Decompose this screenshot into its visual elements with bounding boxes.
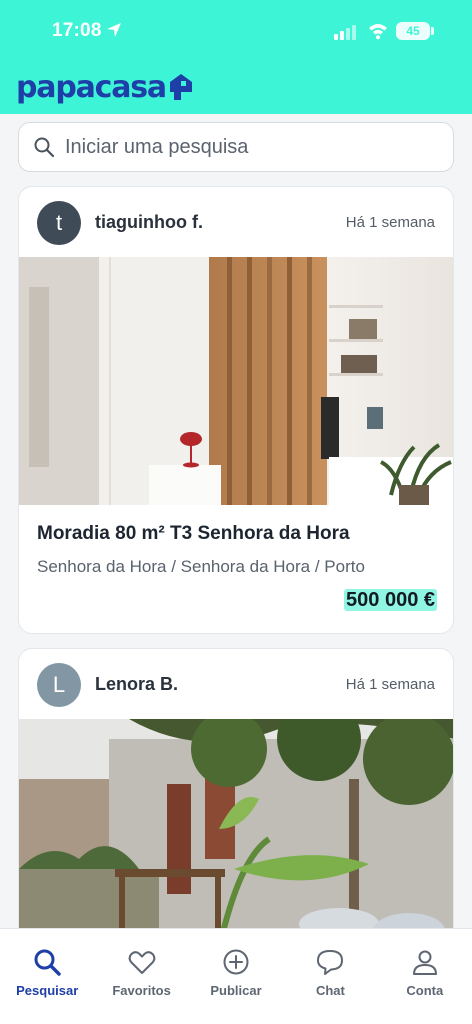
status-bar: 17:08 45 — [0, 0, 472, 62]
nav-label: Favoritos — [112, 983, 171, 998]
nav-label: Publicar — [210, 983, 262, 998]
avatar-initial: t — [55, 210, 63, 235]
nav-label: Chat — [315, 983, 345, 998]
nav-chat[interactable]: Chat — [283, 929, 377, 1024]
listing-location: Senhora da Hora / Senhora da Hora / Port… — [37, 557, 365, 576]
posted-time: Há 1 semana — [345, 676, 435, 693]
wifi-icon — [369, 24, 387, 40]
avatar[interactable]: L — [37, 663, 81, 707]
listing-card-header: L Lenora B. Há 1 semana — [19, 649, 453, 719]
cellular-signal-icon — [334, 25, 356, 40]
search-bar[interactable] — [18, 122, 454, 172]
nav-account[interactable]: Conta — [378, 929, 472, 1024]
nav-search[interactable]: Pesquisar — [0, 929, 94, 1024]
listing-card[interactable]: t tiaguinhoo f. Há 1 semana Moradia 80 m… — [18, 186, 454, 634]
listing-price: 500 000 € — [344, 589, 437, 612]
status-time: 17:08 — [52, 20, 102, 41]
nav-publish[interactable]: Publicar — [189, 929, 283, 1024]
nav-label: Pesquisar — [16, 983, 79, 998]
seller-name[interactable]: tiaguinhoo f. — [95, 212, 203, 233]
listing-card-header: t tiaguinhoo f. Há 1 semana — [19, 187, 453, 257]
listing-title[interactable]: Moradia 80 m² T3 Senhora da Hora — [37, 523, 350, 545]
seller-name[interactable]: Lenora B. — [95, 674, 178, 695]
nav-label: Conta — [406, 983, 444, 998]
search-icon — [34, 137, 55, 158]
battery-level: 45 — [406, 24, 420, 38]
listing-price-value: 500 000 € — [344, 589, 437, 611]
nav-favorites[interactable]: Favoritos — [94, 929, 188, 1024]
listing-photo[interactable] — [19, 719, 454, 928]
plus-circle-icon — [223, 949, 249, 975]
brand-logo[interactable]: papacasa — [16, 68, 194, 106]
avatar-initial: L — [52, 672, 66, 697]
user-icon — [412, 950, 437, 975]
search-input[interactable] — [65, 135, 425, 159]
house-logo-icon — [169, 74, 192, 100]
app-header: 17:08 45 papacasa — [0, 0, 472, 114]
avatar[interactable]: t — [37, 201, 81, 245]
brand-logo-text: papacasa — [16, 69, 167, 105]
location-arrow-icon — [107, 23, 121, 37]
chat-icon — [317, 950, 344, 975]
bottom-navigation: Pesquisar Favoritos Publicar Chat Conta — [0, 928, 472, 1024]
battery-indicator: 45 — [396, 22, 430, 40]
listing-photo[interactable] — [19, 257, 454, 505]
posted-time: Há 1 semana — [345, 214, 435, 231]
battery-nub — [431, 27, 434, 35]
listings-feed[interactable]: t tiaguinhoo f. Há 1 semana Moradia 80 m… — [18, 186, 454, 928]
listing-card[interactable]: L Lenora B. Há 1 semana — [18, 648, 454, 928]
search-icon — [34, 949, 61, 976]
heart-icon — [128, 951, 155, 974]
